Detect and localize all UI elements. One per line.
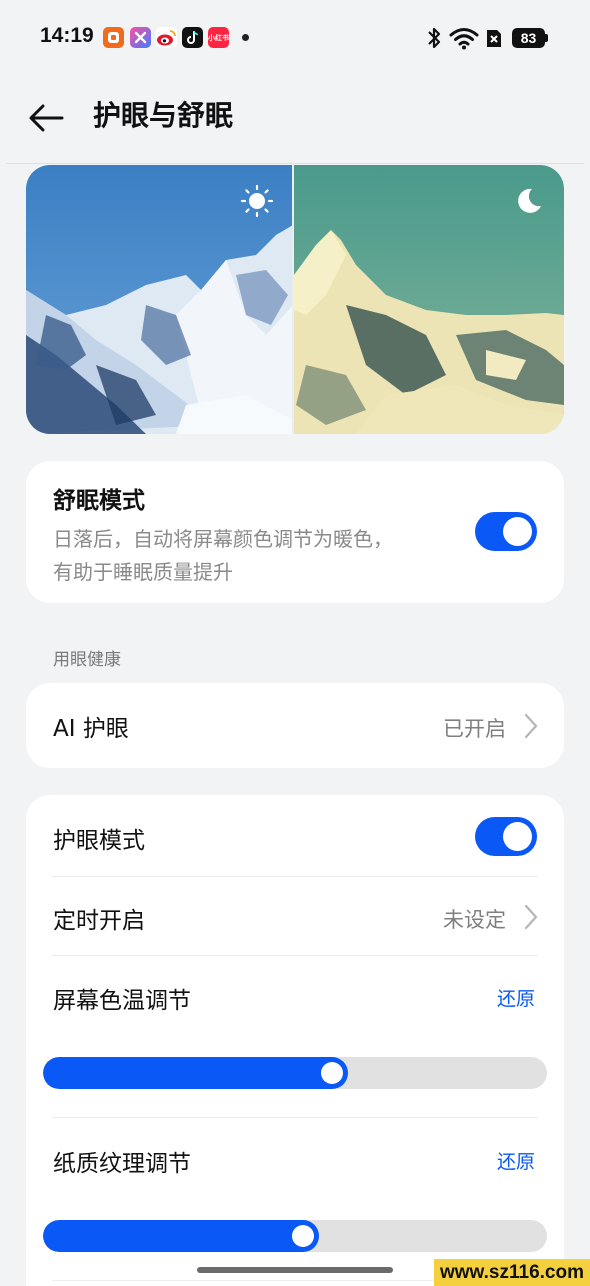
paper-texture-title: 纸质纹理调节: [53, 1151, 191, 1177]
home-indicator[interactable]: [197, 1267, 393, 1273]
xiaohongshu-label: 小红书: [208, 33, 229, 42]
paper-texture-slider[interactable]: [43, 1220, 547, 1252]
sleep-mode-desc-line2: 有助于睡眠质量提升: [53, 560, 233, 584]
slider-thumb[interactable]: [321, 1062, 343, 1084]
slider-fill: [43, 1057, 348, 1089]
ai-eye-protection-title: AI 护眼: [53, 716, 129, 742]
xiaohongshu-icon: 小红书: [208, 27, 229, 48]
battery-tip: [545, 34, 548, 42]
sleep-mode-title: 舒眠模式: [53, 488, 145, 514]
status-bar: 14:19 小红书 83: [0, 0, 590, 76]
color-temperature-title: 屏幕色温调节: [53, 988, 191, 1014]
app-colorful-icon: [130, 27, 151, 48]
slider-thumb[interactable]: [292, 1225, 314, 1247]
color-temperature-slider[interactable]: [43, 1057, 547, 1089]
arrow-left-icon: [29, 104, 64, 132]
row-divider: [52, 876, 538, 877]
battery-icon: 83: [512, 28, 545, 48]
back-button[interactable]: [22, 94, 70, 142]
sleep-mode-toggle[interactable]: [475, 512, 537, 551]
row-divider: [52, 955, 538, 956]
sleep-mode-desc-line1: 日落后，自动将屏幕颜色调节为暖色，: [53, 527, 393, 551]
wifi-icon: [449, 28, 479, 50]
schedule-title: 定时开启: [53, 908, 145, 934]
status-time: 14:19: [40, 24, 94, 47]
paper-texture-restore-button[interactable]: 还原: [497, 1147, 535, 1174]
preview-illustration: [26, 165, 564, 434]
mountain-preview-image: [26, 165, 564, 434]
section-label-eye-health: 用眼健康: [53, 650, 121, 670]
ai-eye-protection-status: 已开启: [443, 717, 506, 741]
header-divider: [6, 163, 584, 164]
header: 护眼与舒眠: [0, 76, 590, 164]
row-divider: [52, 1117, 538, 1118]
color-temperature-restore-button[interactable]: 还原: [497, 984, 535, 1011]
eye-comfort-card: 护眼模式 定时开启 未设定 屏幕色温调节 还原 纸质纹理调节 还原: [26, 795, 564, 1286]
toggle-knob: [503, 517, 532, 546]
slider-fill: [43, 1220, 319, 1252]
ai-eye-protection-row[interactable]: AI 护眼 已开启: [26, 683, 564, 768]
app-orange-icon: [103, 27, 124, 48]
bluetooth-icon: [428, 27, 441, 49]
schedule-value: 未设定: [443, 908, 506, 932]
tiktok-icon: [182, 27, 203, 48]
eye-comfort-mode-toggle[interactable]: [475, 817, 537, 856]
watermark: www.sz116.com: [434, 1259, 590, 1286]
eye-comfort-mode-title: 护眼模式: [53, 828, 145, 854]
notification-dot: [242, 34, 249, 41]
no-sim-icon: [487, 30, 501, 47]
sleep-mode-description: 日落后，自动将屏幕颜色调节为暖色， 有助于睡眠质量提升: [53, 523, 453, 589]
preview-divider: [292, 165, 294, 434]
sleep-mode-card[interactable]: 舒眠模式 日落后，自动将屏幕颜色调节为暖色， 有助于睡眠质量提升: [26, 461, 564, 603]
weibo-icon: [156, 27, 177, 48]
toggle-knob: [503, 822, 532, 851]
chevron-right-icon: [524, 713, 538, 739]
page-title: 护眼与舒眠: [93, 99, 234, 132]
chevron-right-icon: [524, 904, 538, 930]
